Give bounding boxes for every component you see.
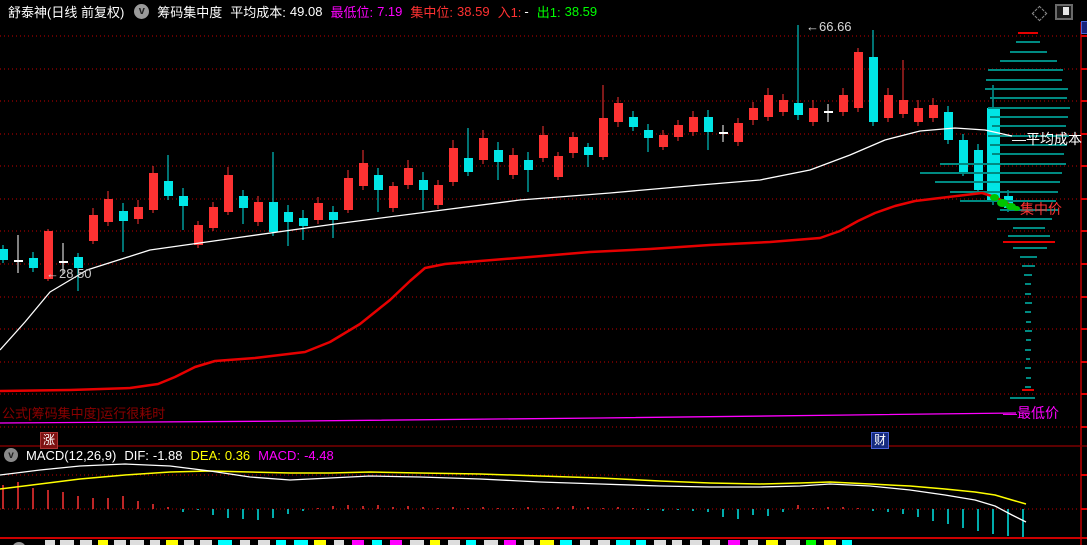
macd-label: MACD: [258, 447, 301, 463]
dif-value: -1.88 [152, 447, 183, 463]
conc-pos-value: 38.59 [457, 3, 490, 19]
macd-value: -4.48 [304, 447, 334, 463]
stock-title: 舒泰神(日线 前复权) [8, 4, 125, 20]
conc-pos-label: 集中位: [410, 4, 454, 20]
formula-warning-text: 公式[筹码集中度]运行很耗时 [2, 406, 166, 421]
trading-app-window: 舒泰神(日线 前复权) v 筹码集中度 平均成本: 49.08 最低位: 7.1… [0, 0, 1087, 545]
price-annotation-low: ←28.50 [46, 266, 92, 281]
diamond-icon[interactable] [1031, 5, 1048, 21]
low-pos-value: 7.19 [377, 3, 403, 19]
avg-cost-value: 49.08 [289, 3, 323, 19]
avg-cost-line-label: —平均成本 [1012, 131, 1082, 147]
indicator-name: 筹码集中度 [157, 4, 223, 20]
panel-layout-icon[interactable] [1055, 4, 1073, 20]
price-annotation-high: ←66.66 [806, 19, 852, 34]
collapse-macd-panel-icon[interactable]: v [4, 448, 18, 462]
main-chart-canvas[interactable] [0, 0, 1087, 545]
in1-label: 入1: [497, 4, 522, 20]
macd-title: MACD(12,26,9) [26, 447, 117, 463]
macd-panel-header: v MACD(12,26,9) DIF: -1.88 DEA: 0.36 MAC… [0, 447, 334, 463]
low-price-line-label: —最低价 [1003, 405, 1059, 421]
top-info-bar: 舒泰神(日线 前复权) v 筹码集中度 平均成本: 49.08 最低位: 7.1… [0, 0, 1087, 22]
low-pos-label: 最低位: [330, 4, 374, 20]
window-controls [1031, 4, 1073, 21]
scroll-marker[interactable] [1081, 21, 1087, 34]
in1-value: - [524, 3, 529, 19]
out1-value: 38.59 [564, 3, 598, 19]
conc-price-line-label: 集中价 [1020, 201, 1062, 217]
finance-marker-badge[interactable]: 财 [871, 432, 890, 449]
avg-cost-label: 平均成本: [230, 4, 286, 20]
dif-label: DIF: [124, 447, 149, 463]
dea-label: DEA: [190, 447, 221, 463]
collapse-main-panel-icon[interactable]: v [134, 3, 150, 19]
dea-value: 0.36 [224, 447, 251, 463]
out1-label: 出1: [536, 4, 561, 20]
